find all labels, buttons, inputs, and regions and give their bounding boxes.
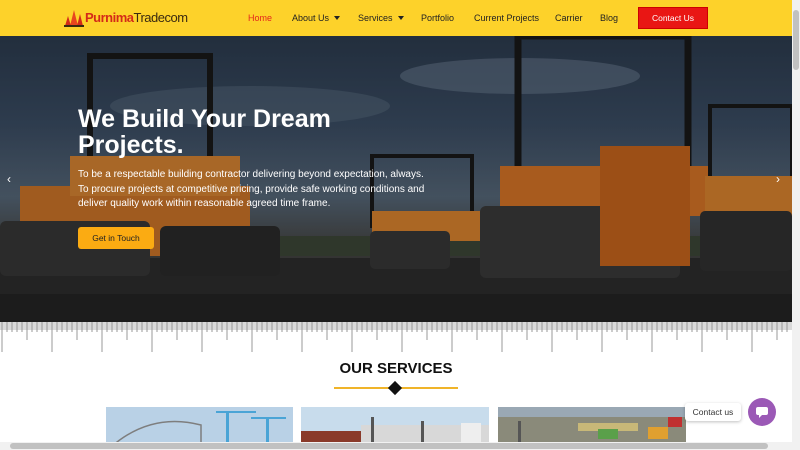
chevron-down-icon: [397, 16, 404, 20]
chat-button[interactable]: [748, 398, 776, 426]
site-header: PurnimaTradecom Home About Us Services P…: [0, 0, 792, 36]
logo[interactable]: PurnimaTradecom: [64, 6, 188, 28]
ruler-divider: [0, 322, 792, 358]
service-card-image[interactable]: [301, 407, 489, 447]
next-slide-arrow[interactable]: ›: [776, 172, 780, 186]
service-card-image[interactable]: [498, 407, 686, 447]
nav-blog[interactable]: Blog: [600, 13, 618, 23]
prev-slide-arrow[interactable]: ‹: [7, 172, 11, 186]
hero-description: To be a respectable building contractor …: [78, 169, 425, 209]
diamond-icon: [387, 380, 403, 396]
get-in-touch-button[interactable]: Get in Touch: [78, 227, 154, 249]
page: PurnimaTradecom Home About Us Services P…: [0, 0, 800, 450]
nav-carrier[interactable]: Carrier: [555, 13, 583, 23]
nav-about-us[interactable]: About Us: [292, 13, 341, 23]
horizontal-scrollbar-thumb[interactable]: [10, 443, 768, 449]
vertical-scrollbar-thumb[interactable]: [793, 10, 799, 70]
logo-icon: [64, 10, 84, 27]
chevron-down-icon: [334, 16, 341, 20]
nav-services[interactable]: Services: [358, 13, 404, 23]
hero-slider: ‹ › We Build Your Dream Projects. To be …: [0, 36, 792, 328]
services-heading: OUR SERVICES: [339, 360, 453, 377]
nav-home[interactable]: Home: [248, 13, 272, 23]
logo-text: PurnimaTradecom: [85, 9, 188, 25]
nav-portfolio[interactable]: Portfolio: [421, 13, 454, 23]
hero-title: We Build Your Dream Projects.: [78, 105, 331, 159]
service-card-image[interactable]: [106, 407, 293, 447]
floating-contact-label[interactable]: Contact us: [685, 403, 741, 421]
contact-us-button[interactable]: Contact Us: [638, 7, 708, 29]
chat-icon: [756, 407, 768, 418]
nav-current-projects[interactable]: Current Projects: [474, 13, 539, 23]
